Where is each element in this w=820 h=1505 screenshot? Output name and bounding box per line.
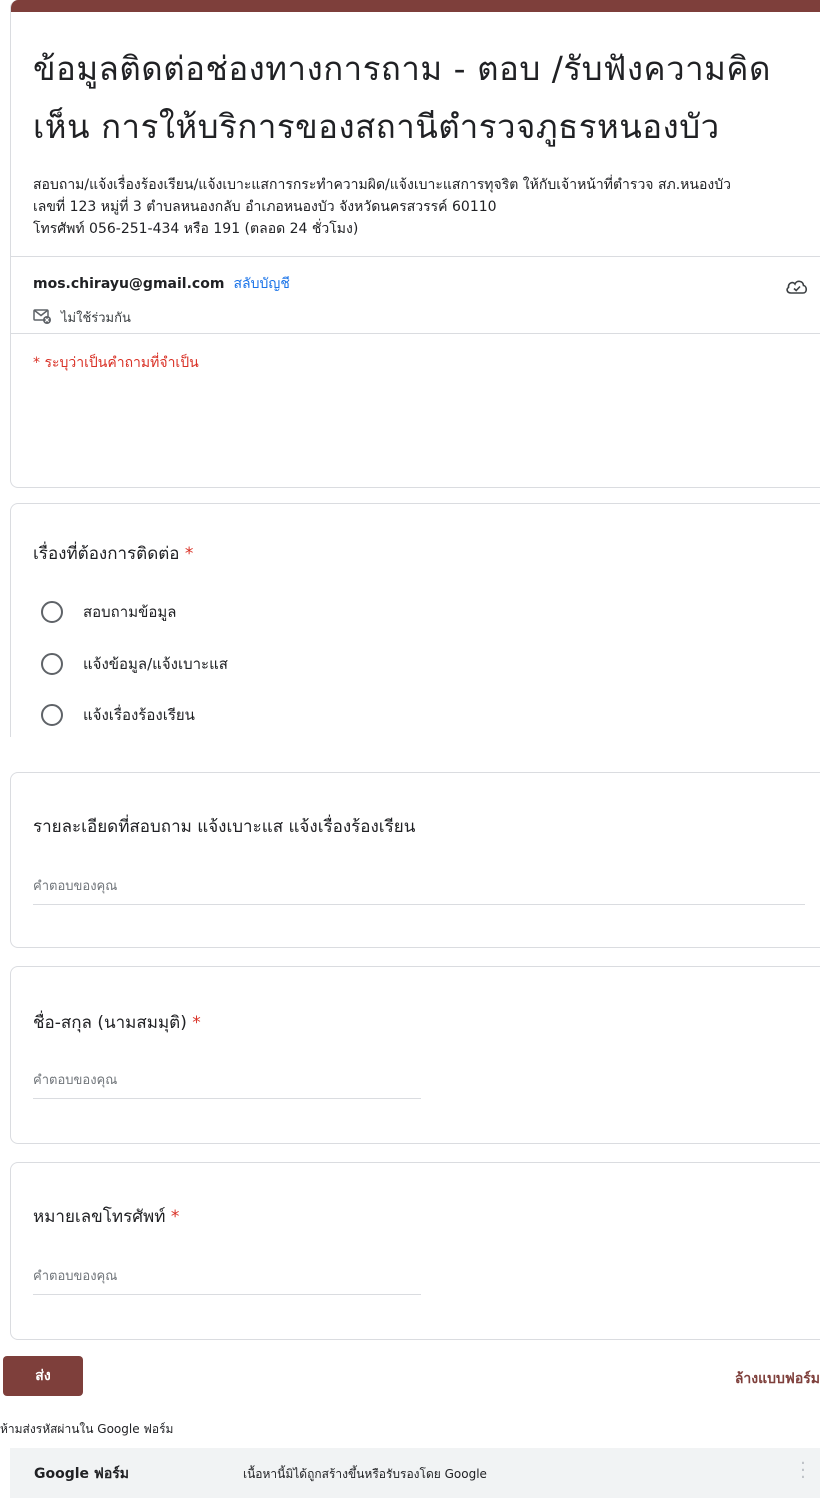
account-row: mos.chirayu@gmail.com สลับบัญชี ไม่ใช้ร่…	[11, 257, 820, 333]
question-title-text: เรื่องที่ต้องการติดต่อ	[33, 544, 180, 564]
radio-circle-icon[interactable]	[41, 704, 63, 726]
footer-bar: Google ฟอร์ม เนื้อหานี้มิได้ถูกสร้างขึ้น…	[10, 1448, 820, 1498]
question-title: เรื่องที่ต้องการติดต่อ *	[33, 540, 193, 567]
not-shared-label: ไม่ใช้ร่วมกัน	[61, 311, 131, 326]
mail-blocked-icon	[33, 308, 61, 328]
section-gap	[0, 737, 820, 772]
question-card-phone: หมายเลขโทรศัพท์ *	[10, 1162, 820, 1340]
required-note: * ระบุว่าเป็นคำถามที่จำเป็น	[33, 355, 199, 371]
question-title-text: ชื่อ-สกุล (นามสมมุติ)	[33, 1013, 187, 1033]
required-asterisk: *	[184, 544, 194, 564]
radio-option-report-tip[interactable]: แจ้งข้อมูล/แจ้งเบาะแส	[41, 652, 228, 676]
clear-form-button[interactable]: ล้างแบบฟอร์ม	[735, 1368, 820, 1390]
form-description: สอบถาม/แจ้งเรื่องร้องเรียน/แจ้งเบาะแสการ…	[33, 177, 731, 237]
required-asterisk: *	[192, 1013, 201, 1033]
more-vert-icon[interactable]: · · ·	[800, 1455, 806, 1487]
cloud-saved-icon	[785, 277, 809, 301]
radio-option-inquiry[interactable]: สอบถามข้อมูล	[41, 600, 176, 624]
question-card-name: ชื่อ-สกุล (นามสมมุติ) *	[10, 966, 820, 1144]
account-email: mos.chirayu@gmail.com	[33, 276, 225, 292]
required-asterisk: *	[170, 1207, 180, 1227]
password-warning: ห้ามส่งรหัสผ่านใน Google ฟอร์ม	[0, 1422, 174, 1436]
name-answer-input[interactable]	[33, 1073, 421, 1099]
not-shared-row: ไม่ใช้ร่วมกัน	[33, 307, 817, 328]
question-title-text: รายละเอียดที่สอบถาม แจ้งเบาะแส แจ้งเรื่อ…	[33, 817, 416, 837]
radio-option-label: แจ้งเรื่องร้องเรียน	[83, 706, 195, 724]
details-answer-input[interactable]	[33, 879, 805, 905]
question-card-details: รายละเอียดที่สอบถาม แจ้งเบาะแส แจ้งเรื่อ…	[10, 772, 820, 948]
radio-option-label: สอบถามข้อมูล	[83, 603, 177, 621]
question-title-text: หมายเลขโทรศัพท์	[33, 1207, 166, 1227]
question-title: ชื่อ-สกุล (นามสมมุติ) *	[33, 1009, 201, 1036]
phone-answer-input[interactable]	[33, 1269, 421, 1295]
radio-circle-icon[interactable]	[41, 653, 63, 675]
submit-button[interactable]: ส่ง	[3, 1356, 83, 1396]
theme-color-bar	[11, 0, 820, 12]
question-title: หมายเลขโทรศัพท์ *	[33, 1203, 179, 1230]
footer-disclaimer: เนื้อหานี้มิได้ถูกสร้างขึ้นหรือรับรองโดย…	[243, 1467, 487, 1481]
google-forms-logo[interactable]: Google ฟอร์ม	[34, 1463, 129, 1485]
form-title: ข้อมูลติดต่อช่องทางการถาม - ตอบ /รับฟังค…	[33, 49, 771, 146]
radio-circle-icon[interactable]	[41, 601, 63, 623]
question-card-contact-topic: เรื่องที่ต้องการติดต่อ * สอบถามข้อมูล แจ…	[10, 503, 820, 763]
radio-option-complaint[interactable]: แจ้งเรื่องร้องเรียน	[41, 703, 195, 727]
switch-account-link[interactable]: สลับบัญชี	[234, 276, 290, 292]
radio-option-label: แจ้งข้อมูล/แจ้งเบาะแส	[83, 655, 228, 673]
form-header-card: ข้อมูลติดต่อช่องทางการถาม - ตอบ /รับฟังค…	[10, 0, 820, 488]
question-title: รายละเอียดที่สอบถาม แจ้งเบาะแส แจ้งเรื่อ…	[33, 813, 415, 840]
